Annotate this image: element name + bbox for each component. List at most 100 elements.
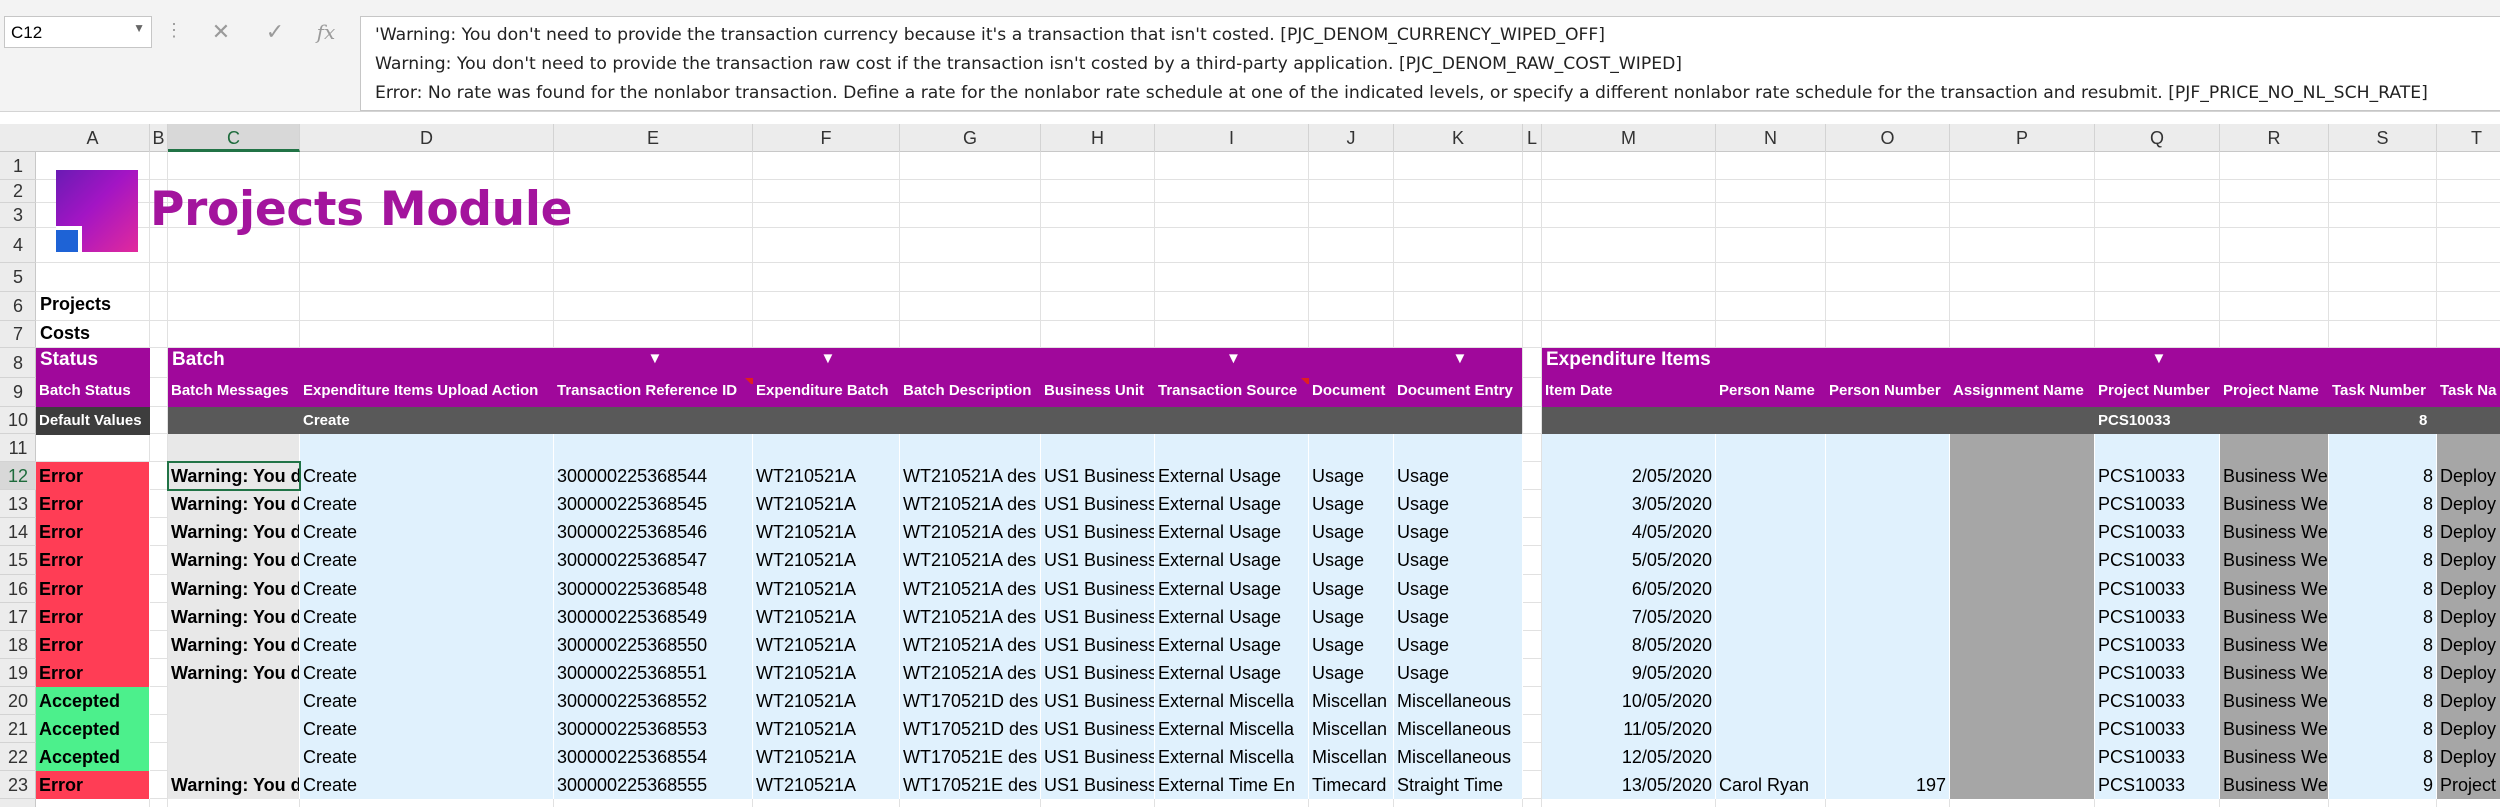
business-unit-cell[interactable]: US1 Business: [1041, 659, 1155, 687]
business-unit-cell[interactable]: US1 Business: [1041, 518, 1155, 546]
project-name-cell[interactable]: Business We: [2220, 490, 2329, 518]
transaction-reference-cell[interactable]: 300000225368548: [554, 575, 753, 603]
formula-input[interactable]: 'Warning: You don't need to provide the …: [360, 16, 2500, 111]
transaction-source-cell[interactable]: External Usage: [1155, 490, 1309, 518]
task-name-cell[interactable]: Deploy: [2437, 743, 2500, 771]
transaction-reference-cell[interactable]: 300000225368553: [554, 715, 753, 743]
upload-action-cell[interactable]: Create: [300, 518, 554, 546]
row-header[interactable]: 7: [0, 321, 36, 348]
batch-description-cell[interactable]: WT170521D des: [900, 715, 1041, 743]
project-number-cell[interactable]: PCS10033: [2095, 462, 2220, 490]
person-number-cell[interactable]: [1826, 743, 1950, 771]
transaction-source-cell[interactable]: External Miscella: [1155, 687, 1309, 715]
transaction-reference-cell[interactable]: 300000225368555: [554, 771, 753, 799]
status-cell[interactable]: Error: [36, 659, 150, 687]
expenditure-batch-cell[interactable]: WT210521A: [753, 603, 900, 631]
row-header[interactable]: 14: [0, 518, 36, 546]
batch-description-cell[interactable]: WT210521A des: [900, 659, 1041, 687]
expenditure-batch-cell[interactable]: WT210521A: [753, 771, 900, 799]
task-number-cell[interactable]: 8: [2329, 715, 2437, 743]
check-icon[interactable]: ✓: [257, 16, 293, 48]
task-name-cell[interactable]: Deploy: [2437, 687, 2500, 715]
person-name-cell[interactable]: [1716, 687, 1826, 715]
task-name-cell[interactable]: Deploy: [2437, 546, 2500, 575]
task-name-cell[interactable]: Deploy: [2437, 715, 2500, 743]
item-date-cell[interactable]: 7/05/2020: [1542, 603, 1716, 631]
task-number-cell[interactable]: 8: [2329, 743, 2437, 771]
document-entry-cell[interactable]: Miscellaneous: [1394, 743, 1523, 771]
expenditure-batch-cell[interactable]: WT210521A: [753, 462, 900, 490]
batch-description-cell[interactable]: WT170521E des: [900, 743, 1041, 771]
assignment-name-cell[interactable]: [1950, 715, 2095, 743]
person-name-cell[interactable]: [1716, 631, 1826, 659]
column-header[interactable]: O: [1826, 124, 1950, 152]
project-number-cell[interactable]: PCS10033: [2095, 771, 2220, 799]
status-cell[interactable]: Error: [36, 631, 150, 659]
batch-message-cell[interactable]: Warning: You d: [168, 490, 300, 518]
document-entry-cell[interactable]: Usage: [1394, 462, 1523, 490]
row-header[interactable]: 13: [0, 490, 36, 518]
transaction-source-cell[interactable]: External Usage: [1155, 659, 1309, 687]
person-number-cell[interactable]: [1826, 687, 1950, 715]
person-name-cell[interactable]: [1716, 518, 1826, 546]
project-number-cell[interactable]: PCS10033: [2095, 715, 2220, 743]
item-date-cell[interactable]: 5/05/2020: [1542, 546, 1716, 575]
transaction-reference-cell[interactable]: 300000225368545: [554, 490, 753, 518]
project-number-cell[interactable]: PCS10033: [2095, 603, 2220, 631]
project-name-cell[interactable]: Business We: [2220, 659, 2329, 687]
task-number-cell[interactable]: 9: [2329, 771, 2437, 799]
assignment-name-cell[interactable]: [1950, 575, 2095, 603]
business-unit-cell[interactable]: US1 Business: [1041, 575, 1155, 603]
batch-description-cell[interactable]: WT170521D des: [900, 687, 1041, 715]
item-date-cell[interactable]: 6/05/2020: [1542, 575, 1716, 603]
column-header[interactable]: N: [1716, 124, 1826, 152]
row-header[interactable]: 4: [0, 228, 36, 263]
item-date-cell[interactable]: 3/05/2020: [1542, 490, 1716, 518]
project-number-cell[interactable]: PCS10033: [2095, 659, 2220, 687]
project-name-cell[interactable]: Business We: [2220, 715, 2329, 743]
expenditure-batch-cell[interactable]: WT210521A: [753, 546, 900, 575]
upload-action-cell[interactable]: Create: [300, 462, 554, 490]
column-header[interactable]: R: [2220, 124, 2329, 152]
column-header[interactable]: S: [2329, 124, 2437, 152]
person-number-cell[interactable]: [1826, 603, 1950, 631]
upload-action-cell[interactable]: Create: [300, 771, 554, 799]
filter-triangle-icon[interactable]: ▼: [1453, 350, 1468, 367]
column-header[interactable]: L: [1523, 124, 1542, 152]
project-name-cell[interactable]: Business We: [2220, 575, 2329, 603]
transaction-reference-cell[interactable]: 300000225368549: [554, 603, 753, 631]
project-number-cell[interactable]: PCS10033: [2095, 575, 2220, 603]
transaction-reference-cell[interactable]: 300000225368547: [554, 546, 753, 575]
business-unit-cell[interactable]: US1 Business: [1041, 715, 1155, 743]
document-cell[interactable]: Usage: [1309, 575, 1394, 603]
document-entry-cell[interactable]: Usage: [1394, 518, 1523, 546]
row-header[interactable]: 3: [0, 203, 36, 228]
project-number-cell[interactable]: PCS10033: [2095, 518, 2220, 546]
expenditure-batch-cell[interactable]: WT210521A: [753, 631, 900, 659]
batch-message-cell[interactable]: [168, 715, 300, 743]
row-header[interactable]: 16: [0, 575, 36, 603]
filter-triangle-icon[interactable]: ▼: [2152, 350, 2167, 367]
transaction-reference-cell[interactable]: 300000225368544: [554, 462, 753, 490]
item-date-cell[interactable]: 11/05/2020: [1542, 715, 1716, 743]
expenditure-batch-cell[interactable]: WT210521A: [753, 687, 900, 715]
task-number-cell[interactable]: 8: [2329, 490, 2437, 518]
upload-action-cell[interactable]: Create: [300, 743, 554, 771]
assignment-name-cell[interactable]: [1950, 490, 2095, 518]
column-header[interactable]: G: [900, 124, 1041, 152]
assignment-name-cell[interactable]: [1950, 603, 2095, 631]
column-header[interactable]: M: [1542, 124, 1716, 152]
assignment-name-cell[interactable]: [1950, 518, 2095, 546]
batch-message-cell[interactable]: Warning: You d: [168, 603, 300, 631]
status-cell[interactable]: Error: [36, 518, 150, 546]
item-date-cell[interactable]: 9/05/2020: [1542, 659, 1716, 687]
business-unit-cell[interactable]: US1 Business: [1041, 603, 1155, 631]
task-number-cell[interactable]: 8: [2329, 603, 2437, 631]
transaction-source-cell[interactable]: External Usage: [1155, 603, 1309, 631]
column-header[interactable]: K: [1394, 124, 1523, 152]
project-number-cell[interactable]: PCS10033: [2095, 490, 2220, 518]
person-number-cell[interactable]: [1826, 575, 1950, 603]
status-cell[interactable]: Error: [36, 462, 150, 490]
status-cell[interactable]: Error: [36, 575, 150, 603]
task-number-cell[interactable]: 8: [2329, 687, 2437, 715]
